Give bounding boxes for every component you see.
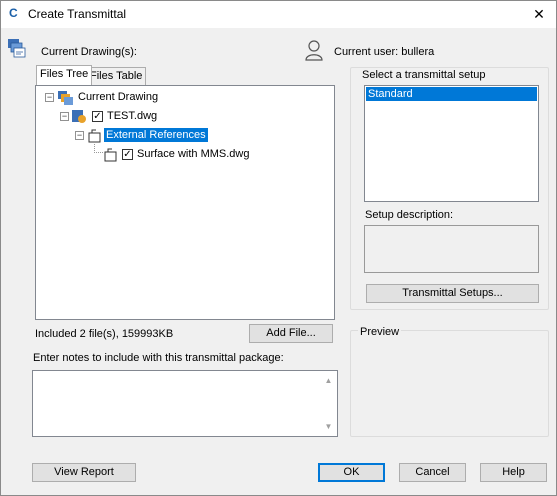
tree-node-label: External References [104, 128, 208, 142]
drawing-set-icon [58, 91, 73, 108]
surface-with-mms-checkbox[interactable]: ✓ [122, 149, 133, 160]
cancel-button[interactable]: Cancel [399, 463, 466, 482]
notes-scrollbar[interactable]: ▲ ▼ [321, 371, 336, 436]
collapse-icon[interactable]: − [45, 93, 54, 102]
scroll-up-icon[interactable]: ▲ [321, 373, 336, 388]
transmittal-icon [7, 38, 27, 60]
included-files-status: Included 2 file(s), 159993KB [35, 328, 174, 340]
transmittal-setups-button[interactable]: Transmittal Setups... [366, 284, 539, 303]
tree-node-label: Surface with MMS.dwg [137, 148, 250, 160]
current-drawings-label: Current Drawing(s): [41, 46, 137, 58]
tree-node-label: TEST.dwg [107, 110, 158, 122]
help-button[interactable]: Help [480, 463, 547, 482]
xref-file-icon [104, 148, 118, 165]
create-transmittal-dialog: C Create Transmittal ✕ Current Drawing(s… [0, 0, 557, 496]
collapse-icon[interactable]: − [60, 112, 69, 121]
select-setup-label: Select a transmittal setup [360, 69, 488, 81]
user-icon [304, 39, 324, 61]
notes-textarea[interactable] [32, 370, 338, 437]
tab-files-table-label: Files Table [90, 70, 143, 82]
title-bar[interactable]: C Create Transmittal ✕ [1, 1, 556, 28]
setup-description-box [364, 225, 539, 273]
scroll-down-icon[interactable]: ▼ [321, 419, 336, 434]
tree-connector [94, 141, 103, 153]
preview-group [350, 330, 549, 437]
tab-files-tree-label: Files Tree [40, 68, 89, 80]
autocad-app-icon: C [9, 6, 18, 20]
current-user-label: Current user: bullera [334, 46, 435, 58]
tree-node-label: Current Drawing [78, 91, 159, 103]
dwg-file-icon [72, 110, 87, 127]
files-tree-view[interactable]: − Current Drawing − ✓ TEST.dwg − Externa… [35, 85, 335, 320]
ok-button[interactable]: OK [318, 463, 385, 482]
tab-files-tree[interactable]: Files Tree [36, 65, 93, 85]
tab-files-table[interactable]: Files Table [86, 67, 147, 85]
test-dwg-checkbox[interactable]: ✓ [92, 111, 103, 122]
add-file-button[interactable]: Add File... [249, 324, 333, 343]
setup-option-standard[interactable]: Standard [366, 87, 537, 101]
collapse-icon[interactable]: − [75, 131, 84, 140]
view-report-button[interactable]: View Report [32, 463, 136, 482]
setup-description-label: Setup description: [365, 209, 454, 221]
window-title: Create Transmittal [28, 7, 127, 21]
notes-label: Enter notes to include with this transmi… [33, 352, 284, 364]
close-icon: ✕ [533, 6, 545, 22]
transmittal-setup-listbox[interactable]: Standard [364, 85, 539, 202]
preview-label: Preview [358, 326, 402, 338]
close-button[interactable]: ✕ [522, 1, 556, 28]
